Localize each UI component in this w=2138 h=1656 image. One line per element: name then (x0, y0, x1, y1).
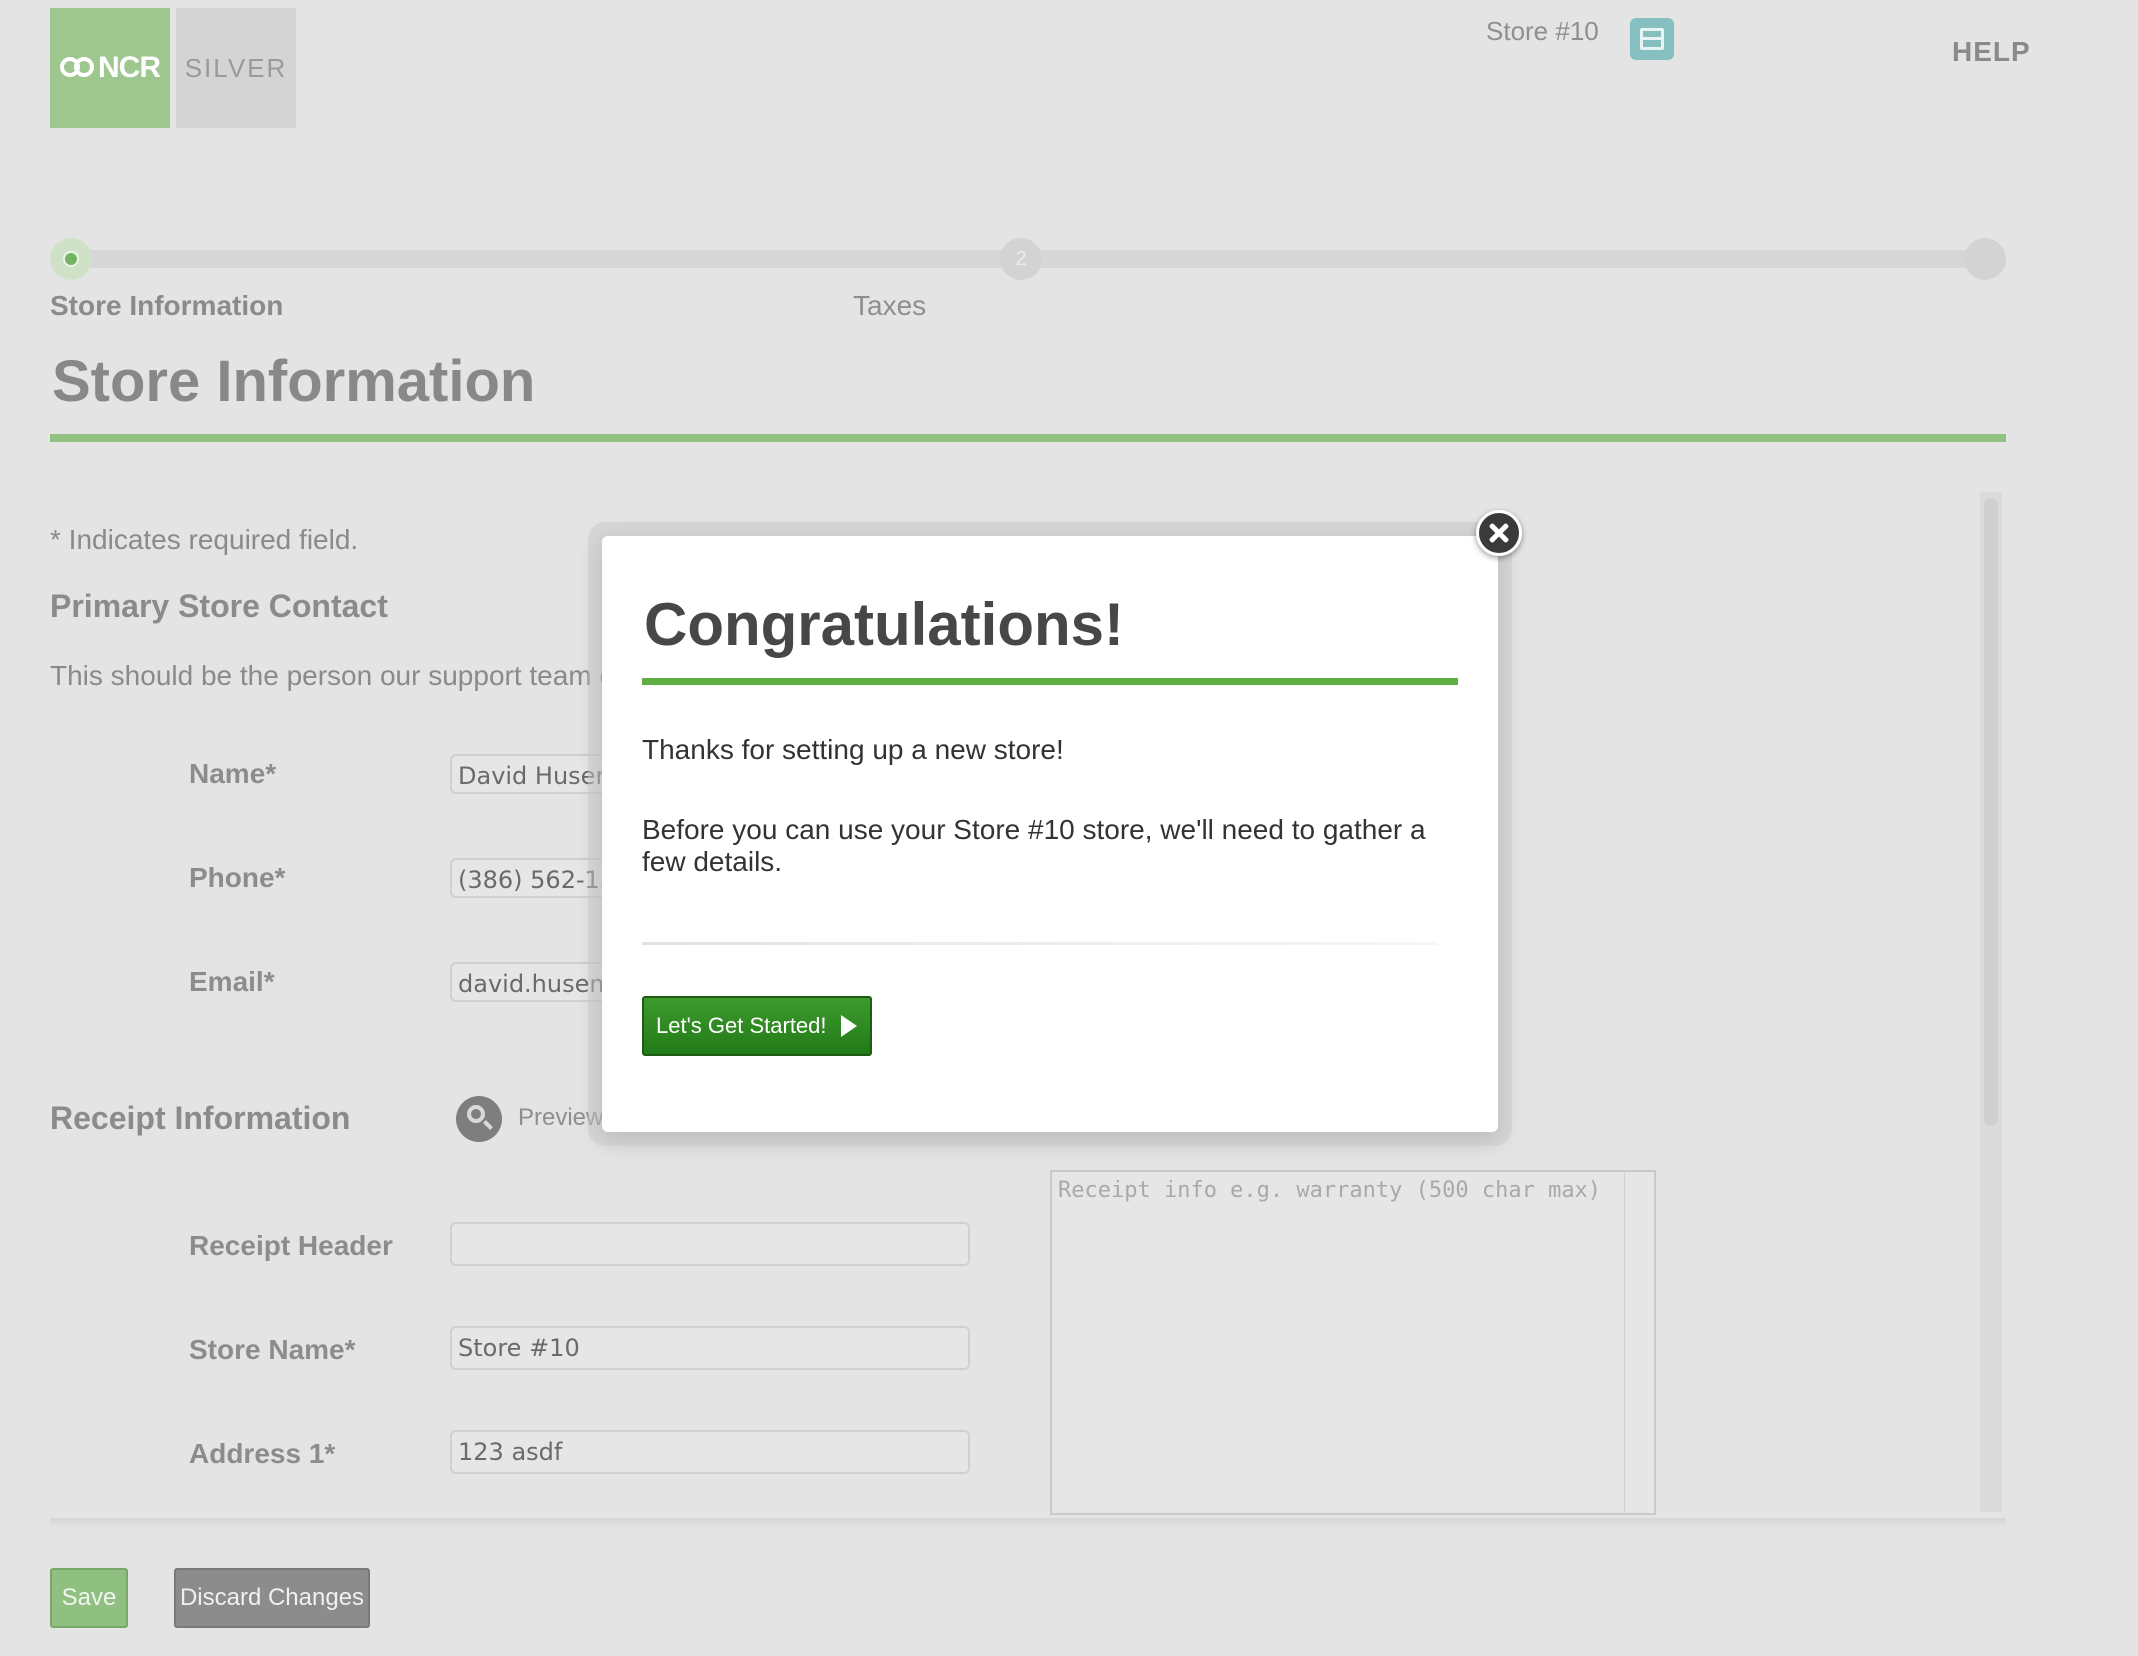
modal-message-2: Before you can use your Store #10 store,… (642, 814, 1426, 877)
name-label: Name* (189, 758, 277, 789)
phone-field[interactable]: (386) 562-133 (450, 858, 610, 898)
play-arrow-icon (840, 1015, 857, 1037)
page-scrollbar[interactable] (1980, 492, 2002, 1512)
title-divider (50, 434, 2006, 442)
save-button[interactable]: Save (50, 1568, 128, 1628)
phone-label: Phone* (189, 862, 286, 893)
receipt-header-label: Receipt Header (189, 1230, 393, 1261)
page-title: Store Information (52, 349, 536, 414)
lets-get-started-button[interactable]: Let's Get Started! (642, 996, 872, 1056)
name-field[interactable]: David Husema (450, 754, 610, 794)
discard-changes-button[interactable]: Discard Changes (174, 1568, 370, 1628)
modal-title-divider (642, 678, 1458, 685)
ncr-rings-icon (60, 57, 96, 79)
help-link[interactable]: HELP (1952, 36, 2031, 68)
silver-logo: SILVER (176, 8, 296, 128)
textarea-scrollbar[interactable] (1624, 1172, 1655, 1513)
silver-logo-text: SILVER (184, 52, 288, 83)
close-icon[interactable] (1476, 510, 1522, 556)
store-switch-icon[interactable] (1630, 18, 1674, 60)
address1-field[interactable]: 123 asdf (450, 1430, 970, 1474)
step-2-indicator: 2 (1000, 238, 1042, 280)
search-icon[interactable] (456, 1096, 502, 1142)
store-name-field[interactable]: Store #10 (450, 1326, 970, 1370)
store-name-label: Store Name* (189, 1334, 356, 1365)
modal-separator (642, 942, 1438, 945)
footer-divider (50, 1518, 2006, 1528)
receipt-info-textarea[interactable]: Receipt info e.g. warranty (500 char max… (1050, 1170, 1656, 1515)
address1-label: Address 1* (189, 1438, 336, 1469)
email-label: Email* (189, 966, 275, 997)
step-1-indicator (50, 238, 92, 280)
preview-link[interactable]: Preview (518, 1104, 603, 1132)
current-store-label[interactable]: Store #10 (1486, 16, 1599, 47)
modal-message-1: Thanks for setting up a new store! (642, 734, 1064, 765)
receipt-info-heading: Receipt Information (50, 1100, 351, 1136)
lets-get-started-label: Let's Get Started! (656, 1013, 827, 1038)
ncr-logo: NCR (50, 8, 170, 128)
step-3-indicator (1964, 238, 2006, 280)
ncr-logo-text: NCR (98, 51, 161, 84)
congratulations-modal: Congratulations! Thanks for setting up a… (602, 536, 1498, 1132)
step-1-label: Store Information (50, 290, 284, 321)
email-field[interactable]: david.husema (450, 962, 610, 1002)
scrollbar-thumb[interactable] (1984, 498, 1998, 1126)
support-note: This should be the person our support te… (50, 660, 610, 691)
primary-contact-heading: Primary Store Contact (50, 588, 388, 624)
modal-title: Congratulations! (644, 591, 1124, 658)
step-2-label: Taxes (853, 290, 927, 321)
receipt-header-field[interactable] (450, 1222, 970, 1266)
required-field-note: * Indicates required field. (50, 524, 359, 555)
